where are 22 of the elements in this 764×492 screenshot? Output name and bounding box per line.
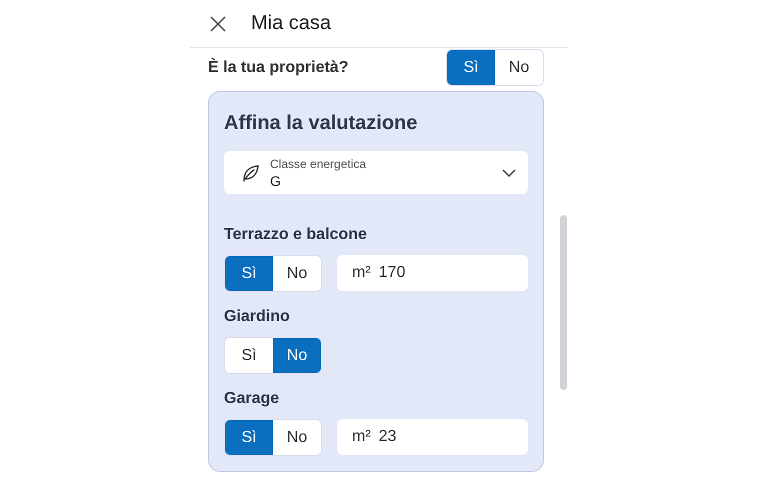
scrollbar[interactable]	[560, 215, 567, 390]
feature-label: Giardino	[224, 308, 291, 326]
select-label: Classe energetica	[270, 156, 368, 170]
energy-class-select[interactable]: Classe energetica G	[224, 151, 528, 194]
feature-label: Terrazzo e balcone	[224, 226, 368, 244]
toggle-option[interactable]: Sì	[225, 420, 273, 455]
unit-label: m²	[352, 428, 371, 446]
area-field[interactable]: m² 170	[337, 255, 528, 291]
area-value: 23	[378, 428, 396, 446]
unit-label: m²	[352, 264, 371, 282]
feature-label: Garage	[224, 390, 280, 408]
question-label: È la tua proprietà?	[208, 58, 348, 76]
toggle-option[interactable]: Sì	[225, 256, 273, 291]
chevron-down-icon	[502, 168, 516, 176]
screen-title: Mia casa	[251, 12, 332, 35]
select-value: G	[270, 172, 282, 188]
close-icon[interactable]	[210, 16, 226, 32]
toggle-option[interactable]: No	[273, 338, 321, 373]
area-field[interactable]: m² 23	[337, 419, 528, 455]
toggle-option[interactable]: Sì	[447, 50, 495, 85]
area-value: 170	[378, 264, 406, 282]
card-title: Affina la valutazione	[224, 112, 418, 135]
